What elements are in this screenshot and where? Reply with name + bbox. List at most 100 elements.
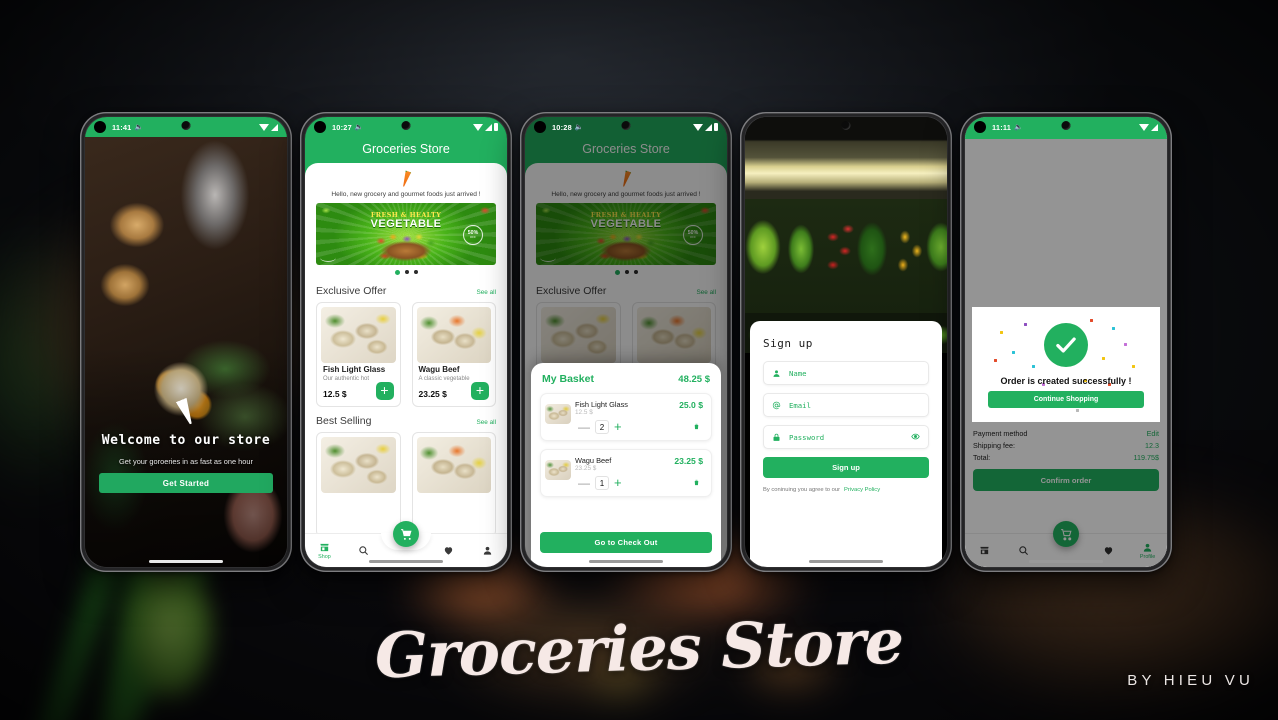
app-bar-title: Groceries Store [362, 142, 450, 156]
nav-item-shop[interactable]: Shop [305, 542, 344, 560]
basket-item-line-total: 25.0 $ [679, 400, 703, 410]
product-card[interactable] [411, 432, 496, 537]
welcome-subtitle: Get your goroeries in as fast as one hou… [119, 457, 253, 466]
battery-icon [714, 123, 718, 131]
carousel-dots[interactable] [305, 270, 507, 275]
privacy-policy-link[interactable]: Privacy Policy [844, 487, 880, 493]
product-card[interactable]: Wagu Beef A classic vegetable 23.25 $ + [411, 302, 496, 407]
front-camera-icon [1061, 121, 1071, 130]
product-name: Wagu Beef [418, 365, 460, 374]
home-content: Hello, new grocery and gourmet foods jus… [305, 163, 507, 567]
basket-item-unit-price: 23.25 $ [575, 465, 597, 472]
carousel-dot-3[interactable] [413, 270, 418, 274]
product-grid-exclusive: Fish Light Glass Our authentic hot 12.5 … [316, 302, 496, 407]
legal-text: By coninuing you agree to our [763, 487, 841, 493]
basket-item-name: Wagu Beef [575, 456, 612, 465]
status-bar: 10:27 🔈 [305, 117, 507, 137]
carousel-dot-2[interactable] [404, 270, 409, 274]
front-camera-icon [621, 121, 631, 130]
product-card[interactable] [316, 432, 401, 537]
home-indicator[interactable] [809, 560, 883, 563]
toggle-password-visibility-button[interactable] [911, 428, 920, 446]
product-image [321, 437, 396, 493]
section-header-best-selling: Best Selling See all [316, 415, 496, 427]
basket-header: My Basket 48.25 $ [542, 373, 710, 385]
banner-discount-badge: 50% OFF [463, 225, 483, 245]
status-time: 11:41 [112, 122, 132, 132]
increment-button[interactable]: + [614, 476, 622, 489]
home-indicator[interactable] [589, 560, 663, 563]
password-field[interactable]: Password [763, 425, 929, 449]
mic-icon: 🔈 [1014, 124, 1024, 131]
email-field[interactable]: Email [763, 393, 929, 417]
signup-title: Sign up [763, 337, 813, 350]
decrement-button[interactable]: — [578, 477, 590, 489]
basket-item: Wagu Beef 23.25 $ 23.25 $ — 1 + [540, 449, 712, 497]
banner-basket-image [367, 229, 445, 263]
nav-item-profile[interactable] [468, 545, 507, 556]
get-started-button[interactable]: Get Started [99, 473, 273, 493]
quantity-value: 2 [595, 420, 609, 434]
screen-order-success: Payment method Edit Shipping fee: 12.3 T… [965, 117, 1167, 567]
basket-item: Fish Light Glass 12.5 $ 25.0 $ — 2 + [540, 393, 712, 441]
home-indicator[interactable] [149, 560, 223, 563]
signal-icon [485, 123, 492, 131]
welcome-title: Welcome to our store [101, 433, 271, 448]
legal-text-row: By coninuing you agree to our Privacy Pol… [763, 487, 929, 493]
product-image [416, 307, 491, 363]
product-price: 12.5 $ [323, 389, 347, 399]
promo-banner[interactable]: FRESH & HEALTY VEGETABLE 50% OFF [316, 203, 496, 265]
phone-mockup-basket: Groceries Store 10:28 🔈 Hello, new groce… [520, 112, 732, 572]
add-to-cart-button[interactable]: + [471, 382, 489, 400]
product-price: 23.25 $ [418, 389, 447, 399]
greeting-text: Hello, new grocery and gourmet foods jus… [331, 191, 481, 198]
cart-fab-button[interactable] [393, 521, 419, 547]
name-field[interactable]: Name [763, 361, 929, 385]
front-camera-icon [401, 121, 411, 130]
front-camera-icon [841, 121, 851, 130]
mic-icon: 🔈 [354, 124, 364, 131]
go-to-checkout-button[interactable]: Go to Check Out [540, 532, 712, 553]
add-to-cart-button[interactable]: + [375, 382, 394, 400]
home-indicator[interactable] [369, 560, 443, 563]
camera-punch-hole-icon [534, 121, 546, 133]
nav-item-search[interactable] [344, 545, 383, 556]
trash-icon [694, 423, 699, 430]
product-card[interactable]: Fish Light Glass Our authentic hot 12.5 … [316, 302, 401, 407]
check-circle-icon [1044, 323, 1088, 367]
signup-card: Sign up Name Email Password Sign up By c… [750, 321, 942, 567]
wifi-icon [473, 123, 483, 131]
banner-decor-swoosh [320, 253, 336, 262]
home-indicator[interactable] [1029, 560, 1103, 563]
increment-button[interactable]: + [614, 420, 622, 433]
product-image [416, 437, 491, 493]
see-all-link[interactable]: See all [476, 289, 496, 296]
basket-item-thumbnail [545, 460, 571, 480]
see-all-link[interactable]: See all [476, 419, 496, 426]
remove-item-button[interactable] [693, 418, 700, 436]
status-time: 10:27 [332, 122, 352, 132]
cart-icon [400, 528, 412, 540]
phone-mockup-welcome: 11:41 🔈 Welcome to our store Get your go… [80, 112, 292, 572]
decrement-button[interactable]: — [578, 421, 590, 433]
section-title: Exclusive Offer [316, 285, 387, 297]
signup-submit-button[interactable]: Sign up [763, 457, 929, 478]
product-name: Fish Light Glass [323, 365, 386, 374]
basket-total: 48.25 $ [678, 373, 710, 385]
at-icon [772, 401, 781, 409]
status-bar: 11:11 🔈 [965, 117, 1167, 137]
signal-icon [271, 123, 278, 131]
front-camera-icon [181, 121, 191, 130]
quantity-stepper: — 2 + [578, 420, 622, 434]
section-header-exclusive-offer: Exclusive Offer See all [316, 285, 496, 297]
screen-welcome: 11:41 🔈 Welcome to our store Get your go… [85, 117, 287, 567]
carousel-dot-1[interactable] [394, 270, 400, 275]
person-icon [773, 369, 780, 377]
trash-icon [694, 479, 699, 486]
continue-shopping-button[interactable]: Continue Shopping [988, 391, 1144, 408]
status-indicators [1139, 123, 1158, 131]
remove-item-button[interactable] [693, 474, 700, 492]
eye-icon [911, 433, 920, 440]
section-title: Best Selling [316, 415, 372, 427]
nav-item-favorites[interactable] [429, 545, 468, 556]
